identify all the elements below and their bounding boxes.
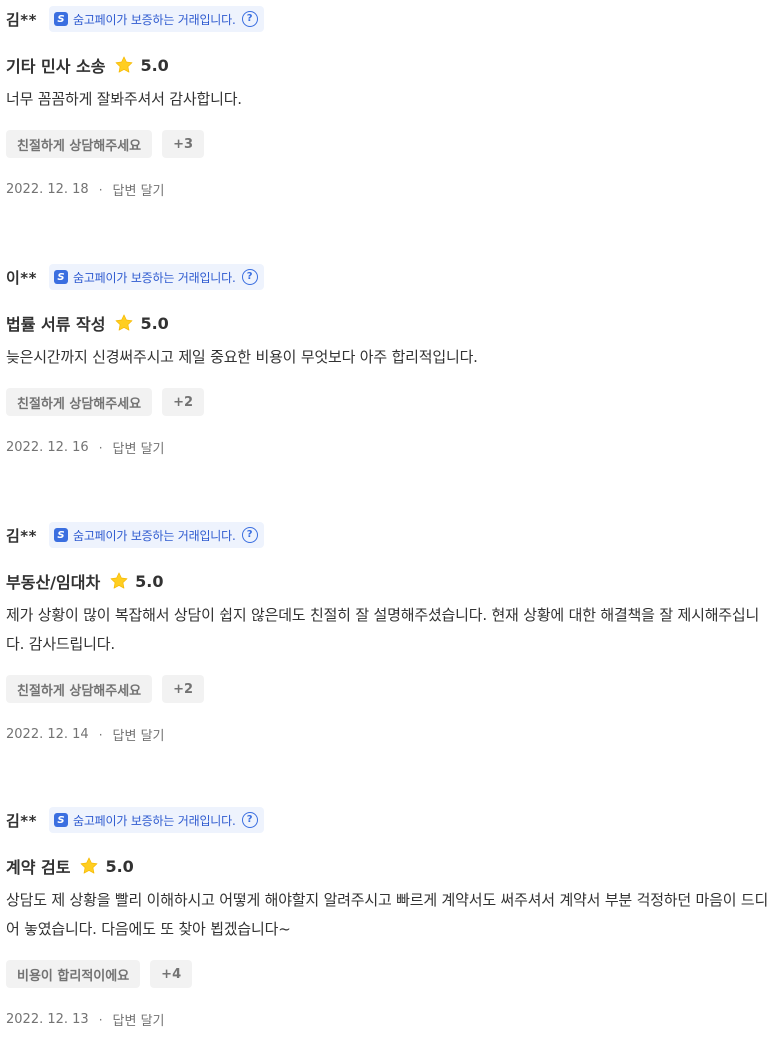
sumgo-pay-badge[interactable]: S 숨고페이가 보증하는 거래입니다. ? [49,264,264,290]
sumgo-pay-badge[interactable]: S 숨고페이가 보증하는 거래입니다. ? [49,522,264,548]
reviewer-name: 김** [6,526,37,545]
review-date: 2022. 12. 16 [6,440,89,455]
reply-button[interactable]: 답변 달기 [113,1010,165,1029]
question-circle-icon[interactable]: ? [241,527,258,543]
separator-dot: · [98,440,103,455]
star-icon [81,857,98,874]
review-list: 김** S 숨고페이가 보증하는 거래입니다. ? 기타 민사 소송 5.0 너… [6,0,771,1059]
sumgo-pay-logo-icon: S [54,270,68,284]
review-tags: 비용이 합리적이에요 +4 [6,960,193,988]
service-name: 계약 검토 [6,858,71,877]
service-rating-row: 기타 민사 소송 5.0 [6,52,169,78]
pay-badge-text: 숨고페이가 보증하는 거래입니다. [73,813,236,828]
reply-button[interactable]: 답변 달기 [113,180,165,199]
more-tags-button[interactable]: +4 [150,960,193,988]
review-tags: 친절하게 상담해주세요 +2 [6,388,205,416]
reply-button[interactable]: 답변 달기 [113,725,165,744]
star-icon [116,314,133,331]
separator-dot: · [98,182,103,197]
more-tags-button[interactable]: +2 [162,388,205,416]
review-text: 너무 꼼꼼하게 잘봐주셔서 감사합니다. [6,90,242,108]
review-header: 김** S 숨고페이가 보증하는 거래입니다. ? [6,807,264,833]
review-meta: 2022. 12. 14 · 답변 달기 [6,725,165,744]
review-tag: 친절하게 상담해주세요 [6,130,153,158]
sumgo-pay-logo-icon: S [54,813,68,827]
review-text: 제가 상황이 많이 복잡해서 상담이 쉽지 않은데도 친절히 잘 설명해주셨습니… [6,606,760,653]
service-name: 부동산/임대차 [6,573,101,592]
review-date: 2022. 12. 13 [6,1012,89,1027]
rating-value: 5.0 [140,55,169,75]
question-circle-icon[interactable]: ? [241,11,258,27]
review-item: 김** S 숨고페이가 보증하는 거래입니다. ? 계약 검토 5.0 상담도 … [6,801,771,1059]
reviewer-name: 김** [6,811,37,830]
question-circle-icon[interactable]: ? [241,269,258,285]
star-icon [116,56,133,73]
separator-dot: · [98,1012,103,1027]
review-date: 2022. 12. 14 [6,727,89,742]
review-item: 김** S 숨고페이가 보증하는 거래입니다. ? 부동산/임대차 5.0 제가… [6,516,771,801]
star-icon [110,572,128,589]
review-item: 김** S 숨고페이가 보증하는 거래입니다. ? 기타 민사 소송 5.0 너… [6,0,771,258]
review-text: 늦은시간까지 신경써주시고 제일 중요한 비용이 무엇보다 아주 합리적입니다. [6,348,478,366]
review-tags: 친절하게 상담해주세요 +3 [6,130,205,158]
reviewer-name: 김** [6,10,37,29]
separator-dot: · [98,727,103,742]
reviewer-name: 이** [6,268,37,287]
review-tag: 비용이 합리적이에요 [6,960,141,988]
sumgo-pay-badge[interactable]: S 숨고페이가 보증하는 거래입니다. ? [49,807,264,833]
review-tags: 친절하게 상담해주세요 +2 [6,675,205,703]
rating-value: 5.0 [105,856,134,876]
question-circle-icon[interactable]: ? [241,812,258,828]
rating-value: 5.0 [140,313,169,333]
review-text: 상담도 제 상황을 빨리 이해하시고 어떻게 해야할지 알려주시고 빠르게 계약… [6,891,769,938]
sumgo-pay-logo-icon: S [54,12,68,26]
review-item: 이** S 숨고페이가 보증하는 거래입니다. ? 법률 서류 작성 5.0 늦… [6,258,771,516]
pay-badge-text: 숨고페이가 보증하는 거래입니다. [73,270,236,285]
review-tag: 친절하게 상담해주세요 [6,675,153,703]
pay-badge-text: 숨고페이가 보증하는 거래입니다. [73,528,236,543]
more-tags-button[interactable]: +3 [162,130,205,158]
service-rating-row: 법률 서류 작성 5.0 [6,310,169,336]
more-tags-button[interactable]: +2 [162,675,205,703]
pay-badge-text: 숨고페이가 보증하는 거래입니다. [73,12,236,27]
service-name: 법률 서류 작성 [6,315,106,334]
reply-button[interactable]: 답변 달기 [113,438,165,457]
review-meta: 2022. 12. 18 · 답변 달기 [6,180,165,199]
review-header: 이** S 숨고페이가 보증하는 거래입니다. ? [6,264,264,290]
sumgo-pay-badge[interactable]: S 숨고페이가 보증하는 거래입니다. ? [49,6,264,32]
review-date: 2022. 12. 18 [6,182,89,197]
service-rating-row: 계약 검토 5.0 [6,853,134,879]
service-name: 기타 민사 소송 [6,57,106,76]
review-header: 김** S 숨고페이가 보증하는 거래입니다. ? [6,6,264,32]
service-rating-row: 부동산/임대차 5.0 [6,568,164,594]
review-header: 김** S 숨고페이가 보증하는 거래입니다. ? [6,522,264,548]
review-tag: 친절하게 상담해주세요 [6,388,153,416]
review-meta: 2022. 12. 16 · 답변 달기 [6,438,165,457]
sumgo-pay-logo-icon: S [54,528,68,542]
review-meta: 2022. 12. 13 · 답변 달기 [6,1010,165,1029]
rating-value: 5.0 [135,571,164,591]
